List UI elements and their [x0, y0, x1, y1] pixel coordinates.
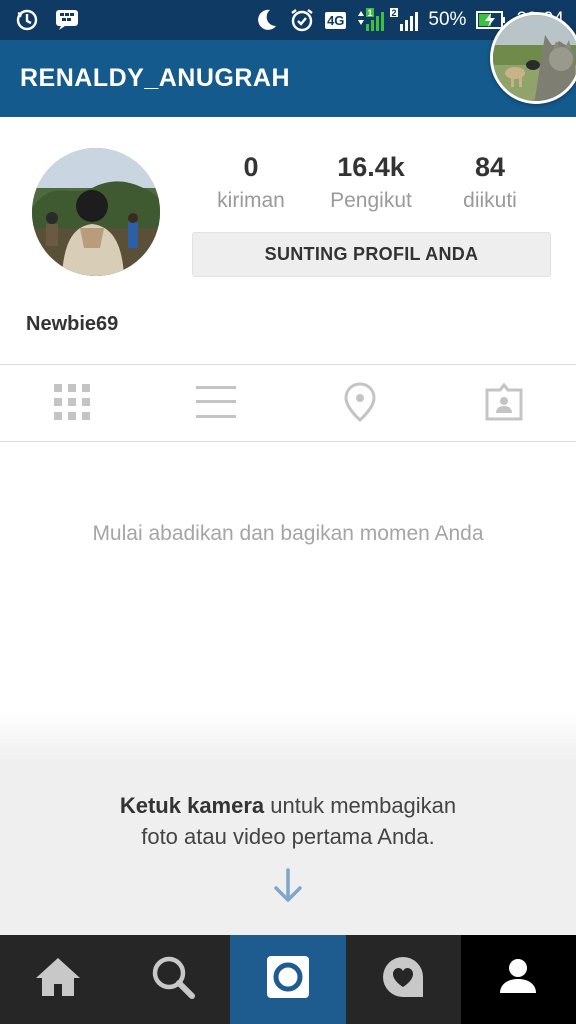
camera-prompt-line2: foto atau video pertama Anda.	[141, 824, 435, 849]
tab-grid-view[interactable]	[0, 366, 144, 442]
battery-percent: 50%	[428, 9, 467, 30]
nav-profile[interactable]	[460, 935, 576, 1024]
stat-label: kiriman	[217, 189, 285, 212]
home-icon	[35, 956, 81, 1003]
bbm-icon	[54, 7, 80, 33]
tab-tagged[interactable]	[432, 366, 576, 442]
tab-list-view[interactable]	[144, 366, 288, 442]
stat-following[interactable]: 84 diikuti	[430, 152, 550, 213]
camera-prompt-line1: untuk membagikan	[264, 793, 457, 818]
stat-label: diikuti	[463, 189, 517, 212]
stat-posts[interactable]: 0 kiriman	[191, 152, 311, 213]
sim2-label: 2	[392, 8, 397, 18]
page-title: RENALDY_ANUGRAH	[20, 64, 291, 92]
status-bar: 4G 1 2 50% 23.04	[0, 0, 576, 40]
nav-search[interactable]	[115, 935, 230, 1024]
sync-icon	[14, 7, 40, 33]
sim1-label: 1	[368, 8, 373, 18]
tagged-photos-icon	[484, 382, 524, 427]
account-avatar[interactable]	[490, 12, 576, 104]
signal-icon: 1 2	[356, 7, 419, 33]
profile-icon	[498, 957, 538, 1002]
list-icon	[196, 385, 236, 424]
divider	[0, 441, 576, 442]
stat-followers[interactable]: 16.4k Pengikut	[311, 152, 431, 213]
profile-avatar[interactable]	[32, 148, 160, 276]
stat-value: 0	[243, 152, 259, 182]
stat-value: 84	[474, 152, 506, 182]
camera-prompt-bold: Ketuk kamera	[119, 793, 265, 818]
tab-location[interactable]	[288, 366, 432, 442]
empty-state-message: Mulai abadikan dan bagikan momen Anda	[92, 522, 484, 545]
camera-prompt-text: Ketuk kamera untuk membagikan foto atau …	[0, 790, 576, 852]
cta-fade	[0, 712, 576, 762]
camera-icon	[266, 955, 310, 1004]
activity-heart-icon	[381, 955, 425, 1004]
divider	[0, 364, 576, 365]
stat-label: Pengikut	[330, 189, 412, 212]
edit-profile-button[interactable]: SUNTING PROFIL ANDA	[192, 232, 551, 277]
arrow-down-icon	[272, 868, 304, 904]
nav-camera[interactable]	[230, 935, 346, 1024]
stat-value: 16.4k	[337, 152, 405, 182]
alarm-icon	[289, 7, 315, 33]
grid-icon	[53, 383, 91, 426]
search-icon	[151, 955, 195, 1004]
nav-activity[interactable]	[346, 935, 461, 1024]
profile-username: Newbie69	[26, 313, 119, 335]
moon-icon	[253, 7, 279, 33]
location-pin-icon	[343, 381, 377, 427]
nav-home[interactable]	[0, 935, 115, 1024]
bottom-nav	[0, 935, 576, 1024]
network-type: 4G	[325, 11, 347, 29]
